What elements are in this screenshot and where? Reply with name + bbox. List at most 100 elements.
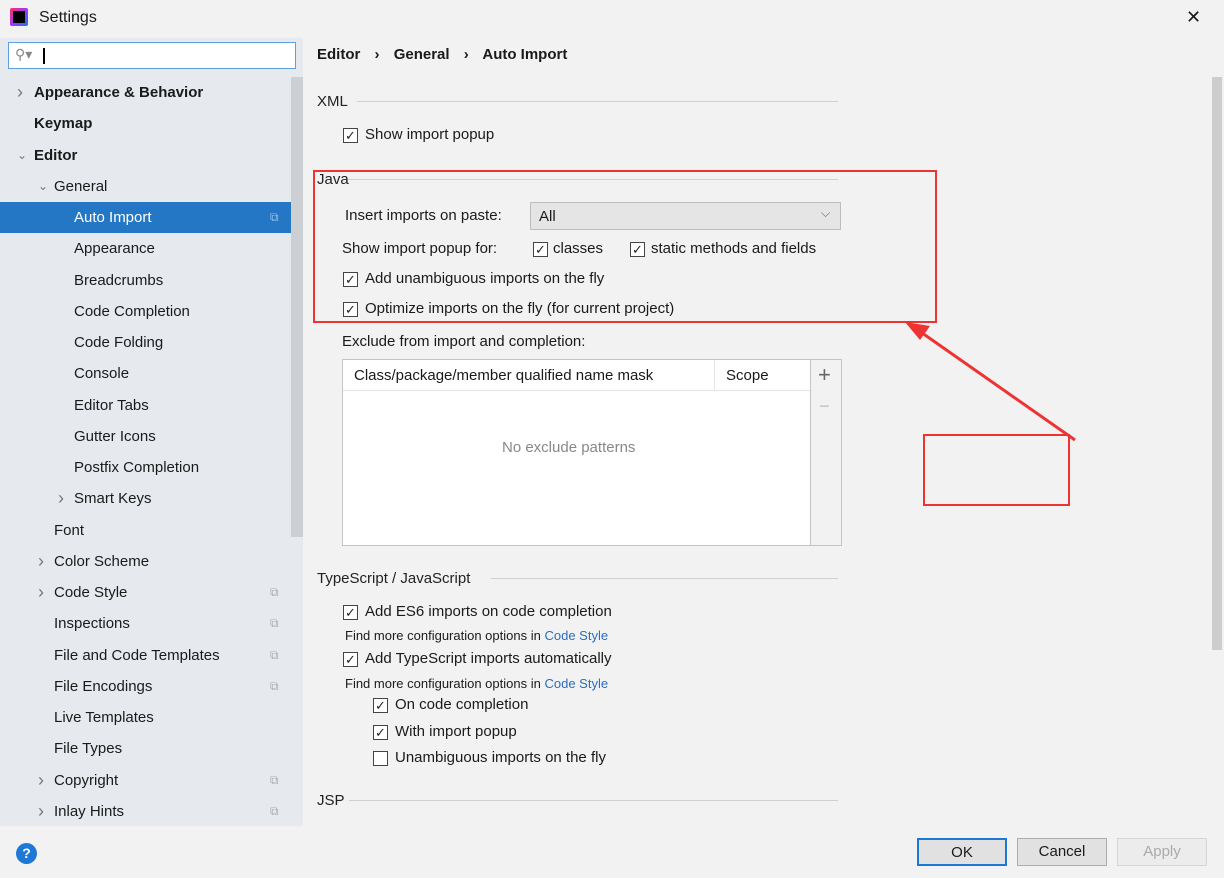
sidebar-item-label: Code Style — [54, 584, 128, 601]
find-more-text: Find more configuration options in Code … — [345, 676, 608, 691]
chevron-right-icon[interactable]: › — [17, 77, 23, 108]
sidebar-item[interactable]: › Appearance & Behavior — [0, 77, 291, 108]
jsp-section-title: JSP — [317, 792, 345, 809]
close-icon[interactable]: ✕ — [1186, 7, 1201, 28]
es6-checkbox[interactable]: ✓ — [343, 605, 358, 620]
ts-unambiguous-label: Unambiguous imports on the fly — [395, 749, 606, 766]
window-title: Settings — [39, 9, 97, 26]
add-icon[interactable]: + — [818, 362, 831, 388]
code-style-link[interactable]: Code Style — [544, 676, 608, 691]
breadcrumb-separator: › — [463, 46, 469, 63]
sidebar-item[interactable]: › Color Scheme — [0, 546, 291, 577]
sidebar-item[interactable]: File and Code Templates ⧉ — [0, 640, 291, 671]
chevron-right-icon[interactable]: › — [58, 483, 64, 514]
sidebar-item-label: Color Scheme — [54, 552, 150, 570]
sidebar-item[interactable]: Inspections ⧉ — [0, 608, 291, 639]
main-scrollbar[interactable] — [1212, 77, 1222, 650]
sidebar-item[interactable]: Keymap — [0, 108, 291, 139]
sidebar-item[interactable]: › Smart Keys — [0, 483, 291, 514]
annotation-arrow-icon — [905, 322, 1076, 442]
sidebar-item[interactable]: File Encodings ⧉ — [0, 671, 291, 702]
sidebar-item[interactable]: Code Folding — [0, 327, 291, 358]
chevron-down-icon[interactable]: ⌄ — [17, 140, 27, 171]
annotation-highlight-box — [313, 170, 937, 323]
cancel-button[interactable]: Cancel — [1017, 838, 1107, 866]
sidebar-item[interactable]: Breadcrumbs — [0, 265, 291, 296]
divider — [357, 101, 838, 102]
sidebar-item[interactable]: › Copyright ⧉ — [0, 765, 291, 796]
project-settings-icon: ⧉ — [270, 616, 279, 631]
chevron-right-icon[interactable]: › — [38, 765, 44, 796]
exclude-label: Exclude from import and completion: — [342, 333, 586, 350]
search-input[interactable]: ⚲▾ — [8, 42, 296, 69]
sidebar-scrollbar[interactable] — [291, 77, 303, 537]
xml-show-popup-label: Show import popup — [365, 126, 495, 143]
sidebar-item-label: Editor — [34, 146, 78, 164]
find-more-label: Find more configuration options in — [345, 676, 541, 691]
xml-show-popup-checkbox[interactable]: ✓ — [343, 128, 358, 143]
remove-icon[interactable]: − — [819, 396, 830, 417]
sidebar-item[interactable]: › Code Style ⧉ — [0, 577, 291, 608]
sidebar-item[interactable]: Font — [0, 515, 291, 546]
sidebar-item[interactable]: Gutter Icons — [0, 421, 291, 452]
sidebar-item-label: File and Code Templates — [54, 646, 220, 664]
sidebar-item-label: Editor Tabs — [74, 396, 149, 414]
sidebar-item-label: Gutter Icons — [74, 427, 156, 445]
sidebar-item[interactable]: ⌄ General — [0, 171, 291, 202]
apply-button[interactable]: Apply — [1117, 838, 1207, 866]
sidebar-item-label: File Types — [54, 740, 123, 758]
ts-section-title: TypeScript / JavaScript — [317, 570, 471, 587]
chevron-down-icon[interactable]: ⌄ — [38, 171, 48, 202]
sidebar-item-label: Code Folding — [74, 334, 164, 351]
sidebar-item-label: Live Templates — [54, 709, 154, 726]
breadcrumb-item: Auto Import — [482, 46, 568, 63]
sidebar-item-label: General — [54, 177, 108, 195]
breadcrumb-item[interactable]: General — [394, 46, 450, 63]
sidebar-item[interactable]: Appearance — [0, 233, 291, 264]
chevron-right-icon[interactable]: › — [38, 796, 44, 827]
help-button[interactable]: ? — [16, 843, 37, 864]
sidebar-item-label: Smart Keys — [74, 490, 152, 508]
sidebar-item-label: File Encodings — [54, 677, 153, 695]
exclude-table[interactable]: Class/package/member qualified name mask… — [342, 359, 842, 546]
sidebar-item[interactable]: Auto Import ⧉ — [0, 202, 303, 233]
sidebar-item[interactable]: Editor Tabs — [0, 390, 291, 421]
with-popup-label: With import popup — [395, 723, 517, 740]
on-completion-checkbox[interactable]: ✓ — [373, 698, 388, 713]
ok-button[interactable]: OK — [917, 838, 1007, 866]
divider — [349, 800, 838, 801]
xml-section-title: XML — [317, 93, 348, 110]
column-mask[interactable]: Class/package/member qualified name mask — [354, 367, 653, 384]
breadcrumb-item[interactable]: Editor — [317, 46, 360, 63]
project-settings-icon: ⧉ — [270, 772, 279, 787]
sidebar-item-label: Console — [74, 365, 130, 383]
sidebar-item-label: Font — [54, 521, 85, 539]
chevron-right-icon[interactable]: › — [38, 546, 44, 577]
table-header: Class/package/member qualified name mask… — [343, 360, 810, 391]
sidebar-item[interactable]: File Types — [0, 733, 291, 764]
with-popup-checkbox[interactable]: ✓ — [373, 725, 388, 740]
search-field[interactable] — [47, 45, 287, 65]
sidebar-item[interactable]: Code Completion — [0, 296, 291, 327]
app-logo-icon — [10, 8, 28, 26]
code-style-link[interactable]: Code Style — [544, 628, 608, 643]
sidebar-item[interactable]: Postfix Completion — [0, 452, 291, 483]
ts-auto-checkbox[interactable]: ✓ — [343, 652, 358, 667]
sidebar-item[interactable]: Live Templates — [0, 702, 291, 733]
chevron-right-icon[interactable]: › — [38, 577, 44, 608]
sidebar-item[interactable]: › Inlay Hints ⧉ — [0, 796, 291, 827]
sidebar-item-label: Auto Import — [74, 209, 152, 226]
project-settings-icon: ⧉ — [270, 803, 279, 818]
column-scope[interactable]: Scope — [726, 367, 769, 384]
find-more-text: Find more configuration options in Code … — [345, 628, 608, 643]
project-settings-icon: ⧉ — [270, 210, 279, 224]
breadcrumb-separator: › — [374, 46, 380, 63]
sidebar-item-label: Appearance & Behavior — [34, 84, 204, 101]
sidebar-item[interactable]: ⌄ Editor — [0, 140, 291, 171]
es6-label: Add ES6 imports on code completion — [365, 603, 612, 620]
project-settings-icon: ⧉ — [270, 678, 279, 693]
project-settings-icon: ⧉ — [270, 585, 279, 599]
sidebar-item-label: Copyright — [54, 771, 119, 789]
sidebar-item[interactable]: Console — [0, 358, 291, 389]
ts-unambiguous-checkbox[interactable] — [373, 751, 388, 766]
